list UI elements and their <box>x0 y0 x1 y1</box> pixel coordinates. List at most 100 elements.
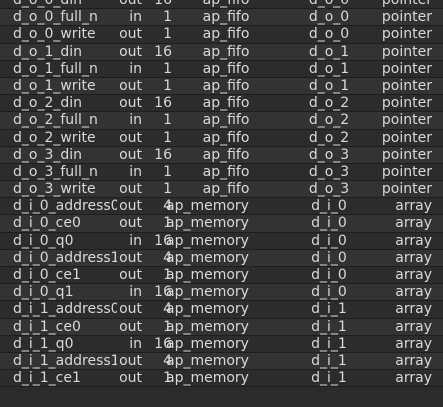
table-row[interactable]: d_o_0_full_n in 1 ap_fifo d_o_0 pointer <box>0 9 443 27</box>
direction-cell: out <box>119 370 142 387</box>
source-object-cell: d_o_2 <box>308 112 350 129</box>
direction-cell: in <box>129 284 142 301</box>
table-row[interactable]: d_o_2_full_n in 1 ap_fifo d_o_2 pointer <box>0 112 443 130</box>
bits-cell: 16 <box>154 0 172 8</box>
c-type-cell: array <box>395 335 432 352</box>
bits-cell: 16 <box>154 95 172 112</box>
protocol-cell: ap_fifo <box>202 60 250 77</box>
protocol-cell: ap_memory <box>166 352 249 369</box>
c-type-cell: array <box>395 370 432 387</box>
source-object-cell: d_i_1 <box>311 335 347 352</box>
table-row[interactable]: d_i_0_q1 in 16 ap_memory d_i_0 array <box>0 284 443 302</box>
protocol-cell: ap_fifo <box>202 95 250 112</box>
protocol-cell: ap_fifo <box>202 146 250 163</box>
table-row[interactable]: d_o_2_write out 1 ap_fifo d_o_2 pointer <box>0 129 443 147</box>
bits-cell: 1 <box>163 129 172 146</box>
table-row[interactable]: d_i_1_ce1 out 1 ap_memory d_i_1 array <box>0 370 443 388</box>
table-row[interactable]: d_o_1_din out 16 ap_fifo d_o_1 pointer <box>0 43 443 61</box>
direction-cell: out <box>119 215 142 232</box>
direction-cell: out <box>119 129 142 146</box>
c-type-cell: array <box>395 198 432 215</box>
table-row[interactable]: d_o_0_din out 16 ap_fifo d_o_0 pointer <box>0 0 443 10</box>
c-type-cell: pointer <box>381 112 432 129</box>
protocol-cell: ap_memory <box>166 335 249 352</box>
table-row[interactable]: d_i_0_address0 out 4 ap_memory d_i_0 array <box>0 198 443 216</box>
table-row[interactable]: d_i_0_q0 in 16 ap_memory d_i_0 array <box>0 232 443 250</box>
table-row[interactable]: d_i_1_ce0 out 1 ap_memory d_i_1 array <box>0 318 443 336</box>
protocol-cell: ap_memory <box>166 232 249 249</box>
protocol-cell: ap_fifo <box>202 9 250 26</box>
table-row[interactable]: d_i_0_ce1 out 1 ap_memory d_i_0 array <box>0 267 443 285</box>
c-type-cell: pointer <box>381 129 432 146</box>
c-type-cell: pointer <box>381 77 432 94</box>
protocol-cell: ap_fifo <box>202 112 250 129</box>
table-row[interactable]: d_o_0_write out 1 ap_fifo d_o_0 pointer <box>0 26 443 44</box>
direction-cell: in <box>129 335 142 352</box>
c-type-cell: pointer <box>381 95 432 112</box>
source-object-cell: d_o_3 <box>308 163 350 180</box>
source-object-cell: d_o_1 <box>308 60 350 77</box>
direction-cell: out <box>119 249 142 266</box>
table-row[interactable]: d_i_0_ce0 out 1 ap_memory d_i_0 array <box>0 215 443 233</box>
table-row[interactable]: d_i_0_address1 out 4 ap_memory d_i_0 array <box>0 249 443 267</box>
table-row[interactable]: d_o_1_full_n in 1 ap_fifo d_o_1 pointer <box>0 60 443 78</box>
c-type-cell: array <box>395 301 432 318</box>
direction-cell: out <box>119 318 142 335</box>
c-type-cell: array <box>395 267 432 283</box>
source-object-cell: d_o_0 <box>308 26 350 43</box>
direction-cell: out <box>119 181 142 198</box>
protocol-cell: ap_fifo <box>202 77 250 94</box>
c-type-cell: array <box>395 249 432 266</box>
direction-cell: out <box>119 301 142 318</box>
c-type-cell: pointer <box>381 26 432 43</box>
table-row[interactable]: d_i_1_address0 out 4 ap_memory d_i_1 array <box>0 301 443 319</box>
source-object-cell: d_o_0 <box>308 0 350 8</box>
table-row[interactable]: d_o_3_write out 1 ap_fifo d_o_3 pointer <box>0 181 443 199</box>
source-object-cell: d_i_1 <box>311 318 347 335</box>
direction-cell: in <box>129 232 142 249</box>
direction-cell: out <box>119 267 142 283</box>
protocol-cell: ap_fifo <box>202 181 250 198</box>
c-type-cell: pointer <box>381 43 432 60</box>
c-type-cell: pointer <box>381 163 432 180</box>
c-type-cell: pointer <box>381 146 432 163</box>
protocol-cell: ap_memory <box>166 318 249 335</box>
protocol-cell: ap_memory <box>166 284 249 301</box>
source-object-cell: d_i_0 <box>311 215 347 232</box>
protocol-cell: ap_memory <box>166 370 249 387</box>
direction-cell: out <box>119 77 142 94</box>
source-object-cell: d_i_1 <box>311 301 347 318</box>
bits-cell: 16 <box>154 43 172 60</box>
table-row[interactable]: d_o_3_full_n in 1 ap_fifo d_o_3 pointer <box>0 163 443 182</box>
c-type-cell: pointer <box>381 60 432 77</box>
source-object-cell: d_o_1 <box>308 77 350 94</box>
direction-cell: in <box>129 9 142 26</box>
direction-cell: out <box>119 95 142 112</box>
direction-cell: out <box>119 198 142 215</box>
protocol-cell: ap_memory <box>166 267 249 283</box>
bits-cell: 1 <box>163 181 172 198</box>
table-row[interactable]: d_o_1_write out 1 ap_fifo d_o_1 pointer <box>0 77 443 96</box>
protocol-cell: ap_memory <box>166 198 249 215</box>
direction-cell: out <box>119 146 142 163</box>
table-row[interactable]: d_i_1_address1 out 4 ap_memory d_i_1 array <box>0 352 443 371</box>
direction-cell: in <box>129 112 142 129</box>
protocol-cell: ap_memory <box>166 215 249 232</box>
direction-cell: out <box>119 352 142 369</box>
direction-cell: in <box>129 60 142 77</box>
protocol-cell: ap_fifo <box>202 0 250 8</box>
c-type-cell: array <box>395 318 432 335</box>
direction-cell: out <box>119 0 142 8</box>
table-row[interactable]: d_o_2_din out 16 ap_fifo d_o_2 pointer <box>0 95 443 113</box>
protocol-cell: ap_memory <box>166 301 249 318</box>
protocol-cell: ap_fifo <box>202 163 250 180</box>
c-type-cell: pointer <box>381 181 432 198</box>
rtl-ports-table: d_o_0_din out 16 ap_fifo d_o_0 pointer d_o_0_f… <box>0 0 443 388</box>
source-object-cell: d_o_3 <box>308 181 350 198</box>
source-object-cell: d_o_1 <box>308 43 350 60</box>
source-object-cell: d_i_0 <box>311 284 347 301</box>
source-object-cell: d_i_0 <box>311 267 347 283</box>
table-row[interactable]: d_i_1_q0 in 16 ap_memory d_i_1 array <box>0 335 443 353</box>
source-object-cell: d_o_2 <box>308 95 350 112</box>
table-row[interactable]: d_o_3_din out 16 ap_fifo d_o_3 pointer <box>0 146 443 164</box>
